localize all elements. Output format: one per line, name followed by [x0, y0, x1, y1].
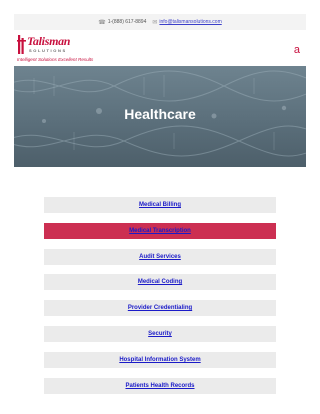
- service-item-provider-credentialing[interactable]: Provider Credentialing: [44, 300, 276, 317]
- service-link[interactable]: Security: [148, 331, 172, 337]
- service-item-medical-billing[interactable]: Medical Billing: [44, 197, 276, 213]
- contact-bar: ☎ 1-(888) 617-8894 ✉ info@talismansoluti…: [14, 14, 306, 30]
- logo-wordmark: Talisman: [27, 34, 71, 48]
- service-link[interactable]: Hospital Information System: [119, 357, 200, 363]
- talisman-logo[interactable]: Talisman SOLUTIONS: [17, 33, 77, 59]
- service-item-security[interactable]: Security: [44, 325, 276, 342]
- service-link[interactable]: Medical Transcription: [129, 228, 191, 234]
- service-link[interactable]: Patients Health Records: [125, 383, 194, 389]
- phone-number[interactable]: 1-(888) 617-8894: [108, 19, 147, 25]
- service-link[interactable]: Medical Billing: [139, 202, 181, 208]
- site-header: Talisman SOLUTIONS Intelligent Solutions…: [14, 30, 306, 66]
- service-item-patients-health-records[interactable]: Patients Health Records: [44, 377, 276, 394]
- hero-banner: Healthcare: [14, 66, 306, 167]
- service-item-medical-coding[interactable]: Medical Coding: [44, 274, 276, 291]
- page-title: Healthcare: [124, 106, 196, 122]
- email-link[interactable]: info@talismansolutions.com: [159, 19, 221, 25]
- mail-icon: ✉: [152, 19, 158, 26]
- logo-subtitle: SOLUTIONS: [29, 48, 67, 53]
- service-link[interactable]: Medical Coding: [138, 279, 182, 285]
- service-link[interactable]: Audit Services: [139, 254, 181, 260]
- phone-icon: ☎: [98, 19, 106, 26]
- services-list: Medical Billing Medical Transcription Au…: [44, 197, 276, 403]
- service-item-medical-transcription[interactable]: Medical Transcription: [44, 222, 276, 239]
- service-item-hospital-information-system[interactable]: Hospital Information System: [44, 351, 276, 368]
- service-item-audit-services[interactable]: Audit Services: [44, 248, 276, 265]
- brand-tagline: Intelligent Solutions Excellent Results: [17, 57, 94, 62]
- logo-mark-icon: [17, 35, 26, 54]
- service-link[interactable]: Provider Credentialing: [128, 305, 192, 311]
- menu-toggle-button[interactable]: a: [294, 45, 300, 56]
